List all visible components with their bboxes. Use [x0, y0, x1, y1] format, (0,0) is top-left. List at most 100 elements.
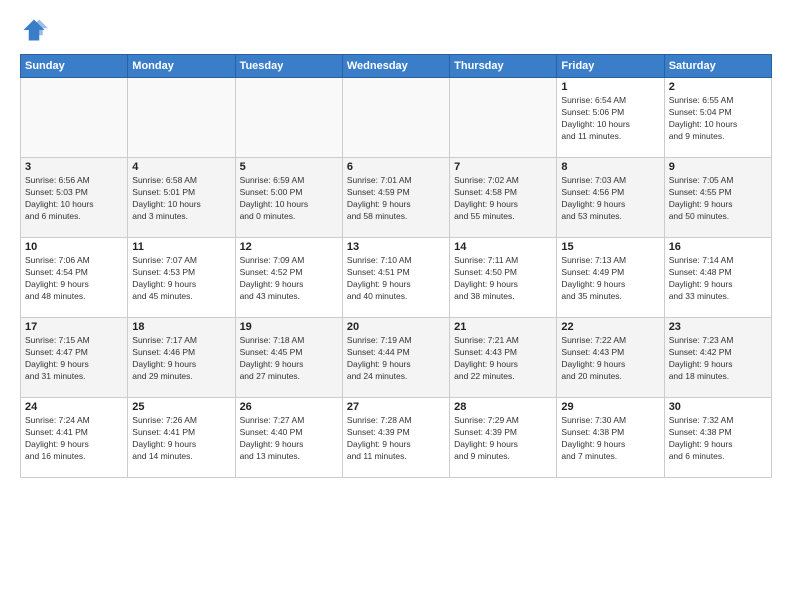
- day-number: 25: [132, 401, 230, 413]
- day-info: Sunrise: 7:06 AMSunset: 4:54 PMDaylight:…: [25, 255, 123, 303]
- day-cell: [235, 78, 342, 158]
- day-info: Sunrise: 7:32 AMSunset: 4:38 PMDaylight:…: [669, 415, 767, 463]
- day-info: Sunrise: 7:29 AMSunset: 4:39 PMDaylight:…: [454, 415, 552, 463]
- header-row: SundayMondayTuesdayWednesdayThursdayFrid…: [21, 55, 772, 78]
- day-number: 16: [669, 241, 767, 253]
- day-number: 18: [132, 321, 230, 333]
- day-info: Sunrise: 7:03 AMSunset: 4:56 PMDaylight:…: [561, 175, 659, 223]
- day-cell: 10 Sunrise: 7:06 AMSunset: 4:54 PMDayligh…: [21, 238, 128, 318]
- day-cell: 18 Sunrise: 7:17 AMSunset: 4:46 PMDayligh…: [128, 318, 235, 398]
- day-cell: 20 Sunrise: 7:19 AMSunset: 4:44 PMDayligh…: [342, 318, 449, 398]
- day-header-tuesday: Tuesday: [235, 55, 342, 78]
- week-row-4: 17 Sunrise: 7:15 AMSunset: 4:47 PMDayligh…: [21, 318, 772, 398]
- day-info: Sunrise: 7:24 AMSunset: 4:41 PMDaylight:…: [25, 415, 123, 463]
- day-info: Sunrise: 7:10 AMSunset: 4:51 PMDaylight:…: [347, 255, 445, 303]
- day-number: 8: [561, 161, 659, 173]
- day-cell: 29 Sunrise: 7:30 AMSunset: 4:38 PMDayligh…: [557, 398, 664, 478]
- day-info: Sunrise: 7:07 AMSunset: 4:53 PMDaylight:…: [132, 255, 230, 303]
- day-info: Sunrise: 6:54 AMSunset: 5:06 PMDaylight:…: [561, 95, 659, 143]
- day-number: 4: [132, 161, 230, 173]
- day-cell: 17 Sunrise: 7:15 AMSunset: 4:47 PMDayligh…: [21, 318, 128, 398]
- day-info: Sunrise: 7:27 AMSunset: 4:40 PMDaylight:…: [240, 415, 338, 463]
- logo: [20, 16, 52, 44]
- calendar: SundayMondayTuesdayWednesdayThursdayFrid…: [20, 54, 772, 478]
- day-info: Sunrise: 7:26 AMSunset: 4:41 PMDaylight:…: [132, 415, 230, 463]
- day-number: 7: [454, 161, 552, 173]
- day-header-monday: Monday: [128, 55, 235, 78]
- day-number: 19: [240, 321, 338, 333]
- day-cell: 27 Sunrise: 7:28 AMSunset: 4:39 PMDayligh…: [342, 398, 449, 478]
- day-cell: 13 Sunrise: 7:10 AMSunset: 4:51 PMDayligh…: [342, 238, 449, 318]
- day-info: Sunrise: 7:28 AMSunset: 4:39 PMDaylight:…: [347, 415, 445, 463]
- day-info: Sunrise: 7:11 AMSunset: 4:50 PMDaylight:…: [454, 255, 552, 303]
- day-cell: 1 Sunrise: 6:54 AMSunset: 5:06 PMDaylight…: [557, 78, 664, 158]
- day-number: 26: [240, 401, 338, 413]
- day-info: Sunrise: 7:21 AMSunset: 4:43 PMDaylight:…: [454, 335, 552, 383]
- header: [20, 16, 772, 44]
- day-number: 12: [240, 241, 338, 253]
- day-number: 22: [561, 321, 659, 333]
- day-number: 10: [25, 241, 123, 253]
- day-cell: 12Sunrise: 7:09 AMSunset: 4:52 PMDayligh…: [235, 238, 342, 318]
- day-cell: 2Sunrise: 6:55 AMSunset: 5:04 PMDaylight…: [664, 78, 771, 158]
- day-header-thursday: Thursday: [450, 55, 557, 78]
- day-number: 11: [132, 241, 230, 253]
- day-info: Sunrise: 7:14 AMSunset: 4:48 PMDaylight:…: [669, 255, 767, 303]
- logo-icon: [20, 16, 48, 44]
- day-number: 20: [347, 321, 445, 333]
- day-number: 13: [347, 241, 445, 253]
- calendar-body: 1 Sunrise: 6:54 AMSunset: 5:06 PMDaylight…: [21, 78, 772, 478]
- day-number: 14: [454, 241, 552, 253]
- week-row-5: 24Sunrise: 7:24 AMSunset: 4:41 PMDayligh…: [21, 398, 772, 478]
- day-info: Sunrise: 7:05 AMSunset: 4:55 PMDaylight:…: [669, 175, 767, 223]
- day-cell: 9 Sunrise: 7:05 AMSunset: 4:55 PMDaylight…: [664, 158, 771, 238]
- day-number: 21: [454, 321, 552, 333]
- day-number: 6: [347, 161, 445, 173]
- day-cell: 15 Sunrise: 7:13 AMSunset: 4:49 PMDayligh…: [557, 238, 664, 318]
- day-cell: [342, 78, 449, 158]
- day-number: 23: [669, 321, 767, 333]
- day-cell: [128, 78, 235, 158]
- day-info: Sunrise: 7:30 AMSunset: 4:38 PMDaylight:…: [561, 415, 659, 463]
- day-info: Sunrise: 7:15 AMSunset: 4:47 PMDaylight:…: [25, 335, 123, 383]
- day-info: Sunrise: 7:02 AMSunset: 4:58 PMDaylight:…: [454, 175, 552, 223]
- calendar-header: SundayMondayTuesdayWednesdayThursdayFrid…: [21, 55, 772, 78]
- day-cell: 25 Sunrise: 7:26 AMSunset: 4:41 PMDayligh…: [128, 398, 235, 478]
- day-cell: 28Sunrise: 7:29 AMSunset: 4:39 PMDayligh…: [450, 398, 557, 478]
- day-cell: 8 Sunrise: 7:03 AMSunset: 4:56 PMDaylight…: [557, 158, 664, 238]
- day-number: 9: [669, 161, 767, 173]
- day-info: Sunrise: 6:59 AMSunset: 5:00 PMDaylight:…: [240, 175, 338, 223]
- day-header-wednesday: Wednesday: [342, 55, 449, 78]
- day-header-sunday: Sunday: [21, 55, 128, 78]
- day-cell: [450, 78, 557, 158]
- week-row-2: 3Sunrise: 6:56 AMSunset: 5:03 PMDaylight…: [21, 158, 772, 238]
- day-cell: 16 Sunrise: 7:14 AMSunset: 4:48 PMDayligh…: [664, 238, 771, 318]
- day-cell: 23Sunrise: 7:23 AMSunset: 4:42 PMDayligh…: [664, 318, 771, 398]
- page: SundayMondayTuesdayWednesdayThursdayFrid…: [0, 0, 792, 612]
- day-cell: 3Sunrise: 6:56 AMSunset: 5:03 PMDaylight…: [21, 158, 128, 238]
- day-cell: 11 Sunrise: 7:07 AMSunset: 4:53 PMDayligh…: [128, 238, 235, 318]
- day-header-saturday: Saturday: [664, 55, 771, 78]
- day-cell: 19 Sunrise: 7:18 AMSunset: 4:45 PMDayligh…: [235, 318, 342, 398]
- day-cell: 7 Sunrise: 7:02 AMSunset: 4:58 PMDaylight…: [450, 158, 557, 238]
- day-cell: 5 Sunrise: 6:59 AMSunset: 5:00 PMDaylight…: [235, 158, 342, 238]
- day-cell: 21 Sunrise: 7:21 AMSunset: 4:43 PMDayligh…: [450, 318, 557, 398]
- day-number: 15: [561, 241, 659, 253]
- day-number: 1: [561, 81, 659, 93]
- day-cell: 6 Sunrise: 7:01 AMSunset: 4:59 PMDaylight…: [342, 158, 449, 238]
- day-cell: 26 Sunrise: 7:27 AMSunset: 4:40 PMDayligh…: [235, 398, 342, 478]
- day-cell: 30Sunrise: 7:32 AMSunset: 4:38 PMDayligh…: [664, 398, 771, 478]
- day-info: Sunrise: 7:19 AMSunset: 4:44 PMDaylight:…: [347, 335, 445, 383]
- day-info: Sunrise: 7:22 AMSunset: 4:43 PMDaylight:…: [561, 335, 659, 383]
- day-info: Sunrise: 7:01 AMSunset: 4:59 PMDaylight:…: [347, 175, 445, 223]
- day-info: Sunrise: 7:13 AMSunset: 4:49 PMDaylight:…: [561, 255, 659, 303]
- day-info: Sunrise: 6:58 AMSunset: 5:01 PMDaylight:…: [132, 175, 230, 223]
- day-cell: [21, 78, 128, 158]
- day-info: Sunrise: 7:17 AMSunset: 4:46 PMDaylight:…: [132, 335, 230, 383]
- day-number: 5: [240, 161, 338, 173]
- day-number: 29: [561, 401, 659, 413]
- day-info: Sunrise: 7:18 AMSunset: 4:45 PMDaylight:…: [240, 335, 338, 383]
- day-cell: 4 Sunrise: 6:58 AMSunset: 5:01 PMDaylight…: [128, 158, 235, 238]
- day-number: 17: [25, 321, 123, 333]
- day-number: 27: [347, 401, 445, 413]
